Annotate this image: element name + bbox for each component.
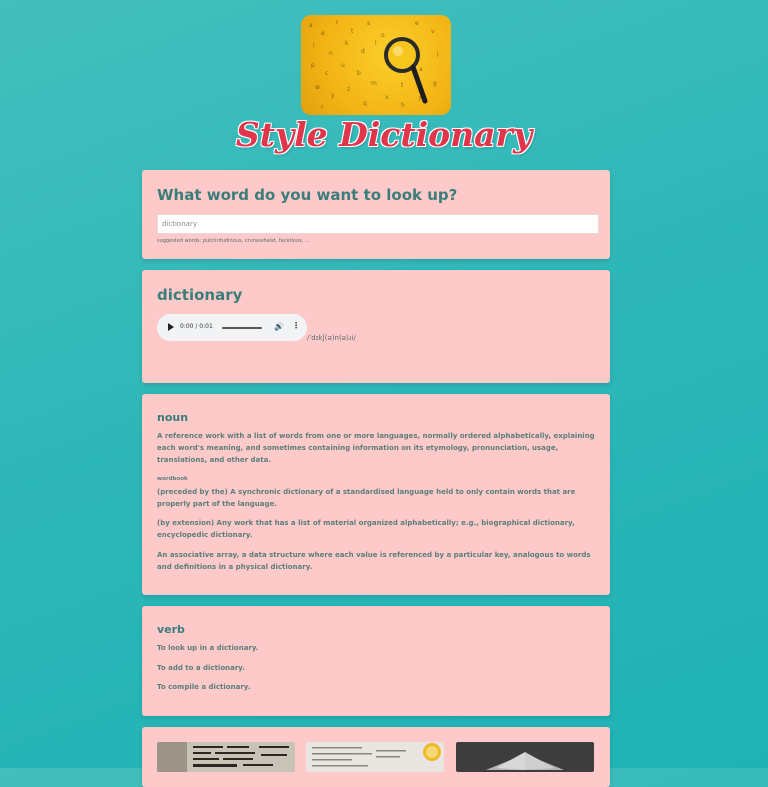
svg-text:l: l [375,40,377,47]
audio-progress-track[interactable] [222,327,262,329]
magnifying-glass-icon: aer tso ink dlp cub mwy zqx hfg jve rta [309,19,439,111]
svg-text:e: e [415,20,419,27]
svg-text:b: b [357,70,361,77]
svg-text:s: s [367,20,370,27]
svg-text:c: c [325,70,328,77]
svg-text:o: o [381,32,385,39]
audio-player[interactable]: 0:00 / 0:01 🔊 ⋮ [157,314,307,341]
word-card: dictionary 0:00 / 0:01 🔊 ⋮ /ˈdɪkʃ(ə)n(ə)… [142,270,610,383]
svg-text:m: m [371,80,377,87]
svg-text:j: j [436,50,439,57]
definition: An associative array, a data structure w… [157,551,591,571]
svg-text:t: t [351,28,354,35]
svg-text:u: u [341,62,345,69]
svg-text:p: p [311,62,315,69]
meaning-card-verb: verb To look up in a dictionary. To add … [142,606,610,716]
svg-text:r: r [336,19,339,26]
synonym: wordbook [157,476,188,482]
svg-text:k: k [345,40,349,47]
word-title: dictionary [157,286,243,304]
definition: To look up in a dictionary. [157,644,259,652]
svg-text:h: h [401,102,405,109]
definition: To add to a dictionary. [157,664,245,672]
app-logo: aer tso ink dlp cub mwy zqx hfg jve rta [301,15,451,115]
search-heading: What word do you want to look up? [157,186,458,204]
svg-text:y: y [331,92,335,99]
svg-text:i: i [313,42,315,49]
definition: To compile a dictionary. [157,683,251,691]
phonetic: /ˈdɪkʃ(ə)n(ə)ɹi/ [307,334,356,342]
search-input[interactable] [157,214,599,234]
more-vertical-icon[interactable]: ⋮ [292,321,300,330]
meaning-card-noun: noun A reference work with a list of wor… [142,394,610,595]
svg-text:e: e [321,30,325,37]
suggested-words: suggested words: pulchritudinous, cruras… [157,238,310,244]
volume-icon[interactable]: 🔊 [274,322,284,331]
definition: (by extension) Any work that has a list … [157,519,575,539]
part-of-speech: noun [157,411,189,424]
part-of-speech: verb [157,623,185,636]
svg-text:r: r [321,104,324,111]
svg-text:d: d [361,48,365,55]
svg-text:z: z [347,86,350,93]
images-card [142,727,610,787]
svg-text:q: q [363,100,367,107]
svg-text:v: v [431,28,435,35]
svg-text:a: a [419,66,423,73]
svg-text:g: g [433,80,437,87]
search-card: What word do you want to look up? sugges… [142,170,610,259]
audio-time: 0:00 / 0:01 [180,323,213,330]
svg-text:a: a [309,22,313,29]
svg-text:n: n [329,50,333,57]
svg-text:x: x [385,94,389,101]
definition: (preceded by the) A synchronic dictionar… [157,488,576,508]
definition: A reference work with a list of words fr… [157,432,595,464]
svg-text:w: w [315,84,320,91]
app-title: Style Dictionary [235,115,533,154]
play-icon[interactable] [168,323,174,331]
svg-text:t: t [401,82,404,89]
